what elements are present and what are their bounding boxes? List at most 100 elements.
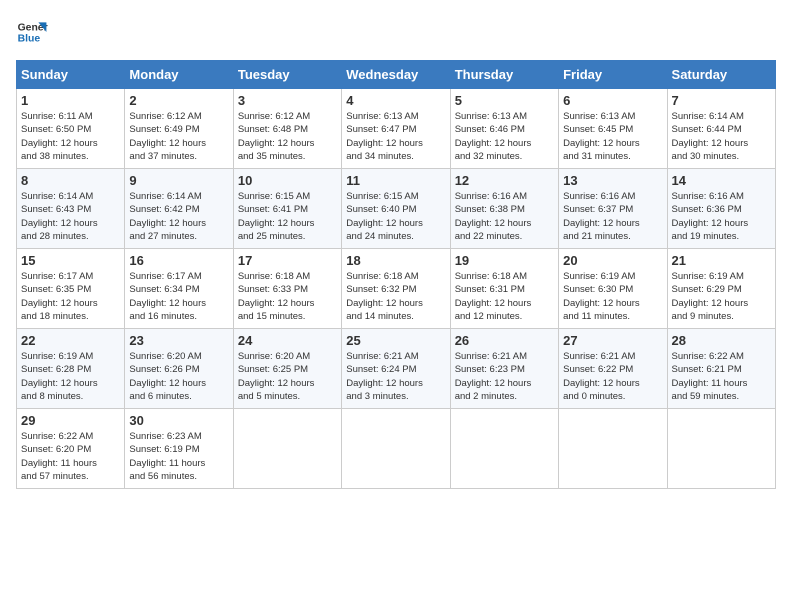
day-number: 10 <box>238 173 337 188</box>
calendar-day-cell: 18Sunrise: 6:18 AM Sunset: 6:32 PM Dayli… <box>342 249 450 329</box>
calendar-day-cell: 25 Sunrise: 6:21 AM Sunset: 6:24 PM Dayli… <box>342 329 450 409</box>
empty-cell <box>667 409 775 489</box>
calendar-day-cell: 17Sunrise: 6:18 AM Sunset: 6:33 PM Dayli… <box>233 249 341 329</box>
day-info: Sunrise: 6:21 AM Sunset: 6:23 PM Dayligh… <box>455 350 554 403</box>
calendar-day-cell: 3 Sunrise: 6:12 AM Sunset: 6:48 PM Daylig… <box>233 89 341 169</box>
day-number: 19 <box>455 253 554 268</box>
day-info: Sunrise: 6:22 AM Sunset: 6:21 PM Dayligh… <box>672 350 771 403</box>
day-info: Sunrise: 6:14 AM Sunset: 6:44 PM Dayligh… <box>672 110 771 163</box>
day-info: Sunrise: 6:11 AM Sunset: 6:50 PM Dayligh… <box>21 110 120 163</box>
calendar-day-cell: 24 Sunrise: 6:20 AM Sunset: 6:25 PM Dayli… <box>233 329 341 409</box>
calendar-day-cell: 6 Sunrise: 6:13 AM Sunset: 6:45 PM Daylig… <box>559 89 667 169</box>
day-info: Sunrise: 6:21 AM Sunset: 6:24 PM Dayligh… <box>346 350 445 403</box>
logo: General Blue <box>16 16 48 48</box>
day-info: Sunrise: 6:22 AM Sunset: 6:20 PM Dayligh… <box>21 430 120 483</box>
day-info: Sunrise: 6:20 AM Sunset: 6:25 PM Dayligh… <box>238 350 337 403</box>
day-number: 28 <box>672 333 771 348</box>
day-info: Sunrise: 6:19 AM Sunset: 6:28 PM Dayligh… <box>21 350 120 403</box>
calendar-day-cell: 12 Sunrise: 6:16 AM Sunset: 6:38 PM Dayli… <box>450 169 558 249</box>
day-info: Sunrise: 6:12 AM Sunset: 6:48 PM Dayligh… <box>238 110 337 163</box>
day-number: 13 <box>563 173 662 188</box>
calendar-header: SundayMondayTuesdayWednesdayThursdayFrid… <box>17 61 776 89</box>
calendar-day-cell: 13 Sunrise: 6:16 AM Sunset: 6:37 PM Dayli… <box>559 169 667 249</box>
day-info: Sunrise: 6:17 AM Sunset: 6:34 PM Dayligh… <box>129 270 228 323</box>
empty-cell <box>559 409 667 489</box>
calendar-day-cell: 9 Sunrise: 6:14 AM Sunset: 6:42 PM Daylig… <box>125 169 233 249</box>
empty-cell <box>342 409 450 489</box>
day-number: 24 <box>238 333 337 348</box>
calendar-day-cell: 23 Sunrise: 6:20 AM Sunset: 6:26 PM Dayli… <box>125 329 233 409</box>
weekday-header: Monday <box>125 61 233 89</box>
calendar-table: SundayMondayTuesdayWednesdayThursdayFrid… <box>16 60 776 489</box>
day-number: 27 <box>563 333 662 348</box>
day-info: Sunrise: 6:15 AM Sunset: 6:40 PM Dayligh… <box>346 190 445 243</box>
empty-cell <box>450 409 558 489</box>
day-number: 23 <box>129 333 228 348</box>
day-number: 15 <box>21 253 120 268</box>
day-number: 26 <box>455 333 554 348</box>
calendar-day-cell: 30Sunrise: 6:23 AM Sunset: 6:19 PM Dayli… <box>125 409 233 489</box>
day-number: 4 <box>346 93 445 108</box>
day-info: Sunrise: 6:13 AM Sunset: 6:46 PM Dayligh… <box>455 110 554 163</box>
weekday-header: Tuesday <box>233 61 341 89</box>
day-number: 11 <box>346 173 445 188</box>
calendar-day-cell: 15 Sunrise: 6:17 AM Sunset: 6:35 PM Dayli… <box>17 249 125 329</box>
day-info: Sunrise: 6:14 AM Sunset: 6:43 PM Dayligh… <box>21 190 120 243</box>
day-info: Sunrise: 6:18 AM Sunset: 6:32 PM Dayligh… <box>346 270 445 323</box>
calendar-body: 1 Sunrise: 6:11 AM Sunset: 6:50 PM Daylig… <box>17 89 776 489</box>
day-info: Sunrise: 6:20 AM Sunset: 6:26 PM Dayligh… <box>129 350 228 403</box>
day-number: 16 <box>129 253 228 268</box>
calendar-day-cell: 8 Sunrise: 6:14 AM Sunset: 6:43 PM Daylig… <box>17 169 125 249</box>
day-info: Sunrise: 6:15 AM Sunset: 6:41 PM Dayligh… <box>238 190 337 243</box>
calendar-day-cell: 29 Sunrise: 6:22 AM Sunset: 6:20 PM Dayli… <box>17 409 125 489</box>
calendar-day-cell: 16 Sunrise: 6:17 AM Sunset: 6:34 PM Dayli… <box>125 249 233 329</box>
day-info: Sunrise: 6:16 AM Sunset: 6:37 PM Dayligh… <box>563 190 662 243</box>
weekday-header: Sunday <box>17 61 125 89</box>
day-info: Sunrise: 6:16 AM Sunset: 6:36 PM Dayligh… <box>672 190 771 243</box>
calendar-day-cell: 27 Sunrise: 6:21 AM Sunset: 6:22 PM Dayli… <box>559 329 667 409</box>
day-number: 20 <box>563 253 662 268</box>
day-number: 25 <box>346 333 445 348</box>
day-info: Sunrise: 6:18 AM Sunset: 6:31 PM Dayligh… <box>455 270 554 323</box>
calendar-day-cell: 14Sunrise: 6:16 AM Sunset: 6:36 PM Dayli… <box>667 169 775 249</box>
day-number: 12 <box>455 173 554 188</box>
day-number: 30 <box>129 413 228 428</box>
day-number: 22 <box>21 333 120 348</box>
svg-text:Blue: Blue <box>18 34 41 45</box>
weekday-header: Wednesday <box>342 61 450 89</box>
day-number: 2 <box>129 93 228 108</box>
day-info: Sunrise: 6:13 AM Sunset: 6:45 PM Dayligh… <box>563 110 662 163</box>
day-info: Sunrise: 6:14 AM Sunset: 6:42 PM Dayligh… <box>129 190 228 243</box>
calendar-day-cell: 20 Sunrise: 6:19 AM Sunset: 6:30 PM Dayli… <box>559 249 667 329</box>
calendar-day-cell: 5 Sunrise: 6:13 AM Sunset: 6:46 PM Daylig… <box>450 89 558 169</box>
calendar-day-cell: 11 Sunrise: 6:15 AM Sunset: 6:40 PM Dayli… <box>342 169 450 249</box>
day-info: Sunrise: 6:16 AM Sunset: 6:38 PM Dayligh… <box>455 190 554 243</box>
page-header: General Blue <box>16 16 776 48</box>
calendar-day-cell: 2 Sunrise: 6:12 AM Sunset: 6:49 PM Daylig… <box>125 89 233 169</box>
day-number: 9 <box>129 173 228 188</box>
day-number: 6 <box>563 93 662 108</box>
day-info: Sunrise: 6:21 AM Sunset: 6:22 PM Dayligh… <box>563 350 662 403</box>
day-number: 5 <box>455 93 554 108</box>
calendar-day-cell: 4Sunrise: 6:13 AM Sunset: 6:47 PM Daylig… <box>342 89 450 169</box>
logo-icon: General Blue <box>16 16 48 48</box>
day-info: Sunrise: 6:17 AM Sunset: 6:35 PM Dayligh… <box>21 270 120 323</box>
weekday-header: Saturday <box>667 61 775 89</box>
day-info: Sunrise: 6:19 AM Sunset: 6:30 PM Dayligh… <box>563 270 662 323</box>
empty-cell <box>233 409 341 489</box>
day-number: 29 <box>21 413 120 428</box>
calendar-day-cell: 28 Sunrise: 6:22 AM Sunset: 6:21 PM Dayli… <box>667 329 775 409</box>
day-number: 17 <box>238 253 337 268</box>
day-number: 7 <box>672 93 771 108</box>
day-number: 8 <box>21 173 120 188</box>
weekday-header: Thursday <box>450 61 558 89</box>
calendar-day-cell: 7 Sunrise: 6:14 AM Sunset: 6:44 PM Daylig… <box>667 89 775 169</box>
calendar-day-cell: 21Sunrise: 6:19 AM Sunset: 6:29 PM Dayli… <box>667 249 775 329</box>
calendar-day-cell: 26 Sunrise: 6:21 AM Sunset: 6:23 PM Dayli… <box>450 329 558 409</box>
calendar-day-cell: 22 Sunrise: 6:19 AM Sunset: 6:28 PM Dayli… <box>17 329 125 409</box>
day-number: 21 <box>672 253 771 268</box>
calendar-day-cell: 1 Sunrise: 6:11 AM Sunset: 6:50 PM Daylig… <box>17 89 125 169</box>
day-info: Sunrise: 6:12 AM Sunset: 6:49 PM Dayligh… <box>129 110 228 163</box>
day-number: 3 <box>238 93 337 108</box>
day-number: 1 <box>21 93 120 108</box>
